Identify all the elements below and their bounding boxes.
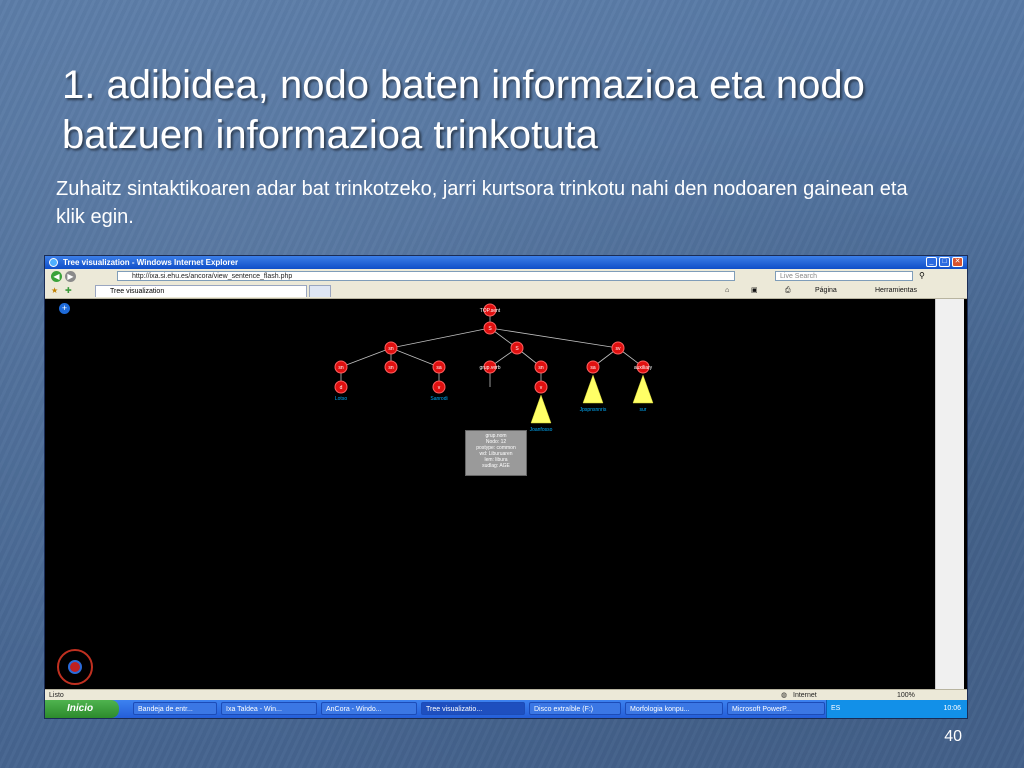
back-button[interactable]: ◀	[51, 271, 62, 282]
tools-menu[interactable]: Herramientas	[875, 286, 917, 296]
search-input[interactable]: Live Search	[775, 271, 913, 281]
slide-body-text: Zuhaitz sintaktikoaren adar bat trinkotz…	[56, 178, 908, 228]
feeds-icon[interactable]: ▣	[751, 286, 758, 296]
tree-node-sa[interactable]: sa	[432, 360, 446, 374]
maximize-button[interactable]: □	[939, 257, 950, 267]
svg-text:grup.verb: grup.verb	[479, 365, 500, 371]
node-info-tooltip: grup.nom Nodo: 12 postype: common wd: Li…	[465, 430, 527, 476]
leaf-word-5: Joanfosso	[530, 427, 553, 433]
pan-center-icon[interactable]	[68, 660, 82, 674]
taskbar-item-ixa[interactable]: Ixa Taldea - Win...	[221, 702, 317, 715]
tree-node-grup-verb[interactable]: grup.verb	[479, 360, 501, 374]
slide-number: 40	[944, 728, 962, 745]
svg-text:sn: sn	[338, 365, 344, 371]
svg-text:sn: sn	[538, 365, 544, 371]
search-icon[interactable]: ⚲	[919, 271, 925, 280]
tree-node-s2[interactable]: S	[510, 341, 524, 355]
tab-tree-visualization[interactable]: Tree visualization	[95, 285, 307, 297]
new-tab-button[interactable]	[309, 285, 331, 297]
collapsed-branch-2[interactable]	[632, 374, 654, 404]
tree-node-root[interactable]: TOP.sent	[480, 303, 501, 317]
tree-node-sv[interactable]: sv	[611, 341, 625, 355]
browser-screenshot: Tree visualization - Windows Internet Ex…	[44, 255, 968, 719]
close-button[interactable]: ✕	[952, 257, 963, 267]
address-bar: ◀ ▶ http://ixa.si.ehu.es/ancora/view_sen…	[45, 269, 967, 285]
svg-text:d: d	[340, 385, 343, 391]
syntax-tree: TOP.sent S sn S sv sn sn sa grup.verb sn…	[334, 303, 654, 433]
taskbar-item-mail[interactable]: Bandeja de entr...	[133, 702, 217, 715]
svg-text:sn: sn	[388, 365, 394, 371]
system-tray: ES 10:06	[826, 700, 967, 718]
start-button[interactable]: Inicio	[45, 700, 119, 718]
forward-button[interactable]: ▶	[65, 271, 76, 282]
tree-node-sa2[interactable]: sa	[586, 360, 600, 374]
tree-node-auxiliary[interactable]: auxiliary	[634, 360, 653, 374]
leaf-word-4: sur	[640, 407, 647, 413]
browser-titlebar: Tree visualization - Windows Internet Ex…	[45, 256, 967, 269]
favorites-star-icon[interactable]: ★	[51, 286, 58, 295]
address-input[interactable]: http://ixa.si.ehu.es/ancora/view_sentenc…	[117, 271, 735, 281]
tree-node-sn4[interactable]: sn	[534, 360, 548, 374]
vertical-scrollbar[interactable]	[935, 299, 964, 689]
add-favorites-icon[interactable]: ✚	[65, 286, 72, 295]
collapsed-branch-1[interactable]	[582, 374, 604, 404]
node-label-root: TOP.sent	[480, 308, 501, 314]
page-menu[interactable]: Página	[815, 286, 837, 296]
print-icon[interactable]: ⎙	[785, 286, 791, 296]
taskbar-item-disk[interactable]: Disco extraíble (F:)	[529, 702, 621, 715]
clock[interactable]: 10:06	[943, 700, 961, 718]
taskbar-item-tree[interactable]: Tree visualizatio...	[421, 702, 525, 715]
taskbar-item-powerpoint[interactable]: Microsoft PowerP...	[727, 702, 825, 715]
navigation-control[interactable]	[57, 649, 93, 685]
minimize-button[interactable]: _	[926, 257, 937, 267]
home-icon[interactable]: ⌂	[725, 286, 729, 296]
tree-node-sn1[interactable]: sn	[384, 341, 398, 355]
window-title: Tree visualization - Windows Internet Ex…	[63, 258, 239, 267]
tree-node-v[interactable]: v	[432, 380, 446, 394]
language-indicator[interactable]: ES	[831, 700, 840, 718]
tree-viewport[interactable]: + TOP.sent S sn S sv sn sn sa grup.verb …	[49, 299, 935, 689]
tree-node-grup-verb-child[interactable]: v	[534, 380, 548, 394]
tree-node-sn3[interactable]: sn	[384, 360, 398, 374]
tree-node-d[interactable]: d	[334, 380, 348, 394]
collapsed-branch-3[interactable]	[530, 394, 552, 424]
taskbar-item-ancora[interactable]: AnCora - Windo...	[321, 702, 417, 715]
svg-text:sa: sa	[590, 365, 596, 371]
leaf-word-1: Lotso	[335, 396, 347, 402]
tab-bar: ★ ✚ Tree visualization ⌂ ▣ ⎙ Página Herr…	[45, 284, 967, 299]
taskbar-item-morfologia[interactable]: Morfologia konpu...	[625, 702, 723, 715]
svg-text:sn: sn	[388, 346, 394, 352]
svg-text:auxiliary: auxiliary	[634, 365, 653, 371]
svg-text:sa: sa	[436, 365, 442, 371]
leaf-word-3: Jpspnsnnris	[580, 407, 607, 413]
svg-text:sv: sv	[616, 346, 622, 352]
ie-icon	[49, 258, 58, 267]
slide-title: 1. adibidea, nodo baten informazioa eta …	[62, 63, 865, 157]
windows-taskbar: Inicio Bandeja de entr... Ixa Taldea - W…	[45, 700, 967, 718]
leaf-word-2: Sanrodi	[430, 396, 447, 402]
tree-node-sn2[interactable]: sn	[334, 360, 348, 374]
tree-node-s[interactable]: S	[483, 321, 497, 335]
